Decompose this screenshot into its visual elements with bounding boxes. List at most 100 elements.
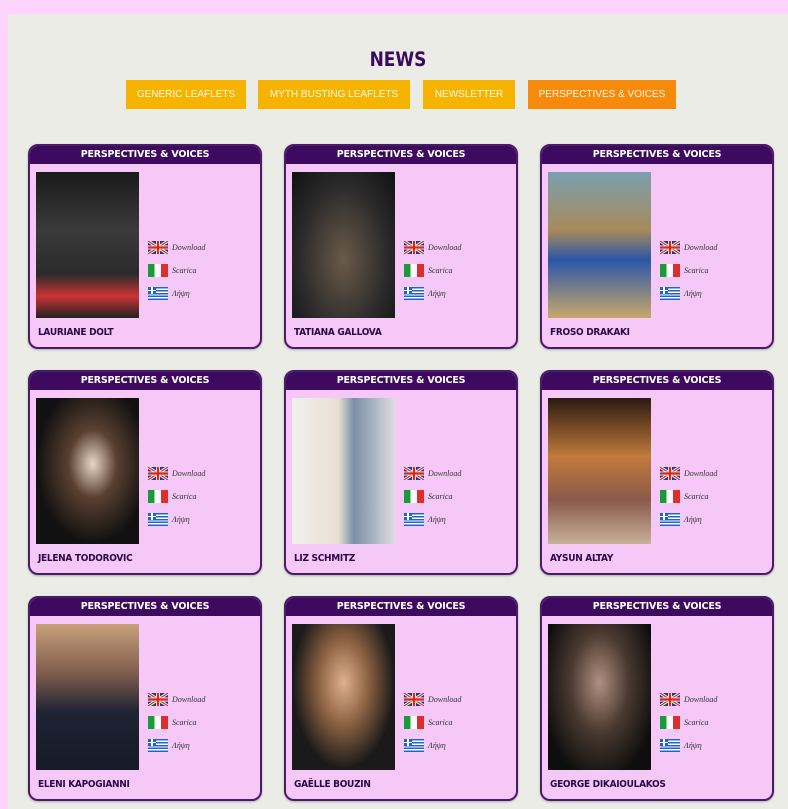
download-links: Download Scarica Λήψη	[148, 688, 258, 757]
person-name: FROSO DRAKAKI	[550, 327, 630, 339]
person-name: GAËLLE BOUZIN	[294, 779, 371, 791]
download-links: Download Scarica Λήψη	[660, 462, 770, 531]
download-english-link[interactable]: Download	[660, 236, 770, 259]
profile-photo	[548, 398, 651, 544]
profile-card: PERSPECTIVES & VOICES Download Scarica Λήψη…	[540, 370, 774, 575]
greece-flag-icon	[660, 739, 680, 752]
uk-flag-icon	[404, 241, 424, 254]
download-italian-link[interactable]: Scarica	[148, 259, 258, 282]
profile-card: PERSPECTIVES & VOICES Download Scarica Λήψη…	[284, 370, 518, 575]
download-greek-link[interactable]: Λήψη	[660, 282, 770, 305]
download-greek-link[interactable]: Λήψη	[404, 734, 514, 757]
person-name: ELENI KAPOGIANNI	[38, 779, 130, 791]
download-links: Download Scarica Λήψη	[404, 462, 514, 531]
italy-flag-icon	[660, 490, 680, 503]
card-header: PERSPECTIVES & VOICES	[30, 146, 260, 164]
link-label: Download	[428, 243, 462, 252]
download-italian-link[interactable]: Scarica	[660, 259, 770, 282]
greece-flag-icon	[148, 739, 168, 752]
greece-flag-icon	[404, 513, 424, 526]
download-greek-link[interactable]: Λήψη	[404, 282, 514, 305]
greece-flag-icon	[404, 739, 424, 752]
download-italian-link[interactable]: Scarica	[148, 485, 258, 508]
link-label: Download	[428, 695, 462, 704]
italy-flag-icon	[660, 716, 680, 729]
uk-flag-icon	[148, 693, 168, 706]
download-links: Download Scarica Λήψη	[148, 236, 258, 305]
tab-newsletter[interactable]: NEWSLETTER	[423, 80, 515, 109]
download-italian-link[interactable]: Scarica	[660, 485, 770, 508]
download-italian-link[interactable]: Scarica	[404, 711, 514, 734]
link-label: Λήψη	[172, 741, 190, 750]
italy-flag-icon	[404, 490, 424, 503]
top-strip	[0, 0, 788, 14]
profile-card: PERSPECTIVES & VOICES Download Scarica Λήψη…	[28, 596, 262, 801]
download-italian-link[interactable]: Scarica	[404, 485, 514, 508]
card-header: PERSPECTIVES & VOICES	[30, 372, 260, 390]
italy-flag-icon	[148, 716, 168, 729]
download-english-link[interactable]: Download	[148, 236, 258, 259]
download-links: Download Scarica Λήψη	[660, 688, 770, 757]
download-english-link[interactable]: Download	[148, 462, 258, 485]
link-label: Scarica	[684, 718, 709, 727]
download-links: Download Scarica Λήψη	[148, 462, 258, 531]
person-name: AYSUN ALTAY	[550, 553, 614, 565]
download-italian-link[interactable]: Scarica	[660, 711, 770, 734]
uk-flag-icon	[660, 467, 680, 480]
link-label: Λήψη	[684, 289, 702, 298]
card-header: PERSPECTIVES & VOICES	[286, 598, 516, 616]
link-label: Λήψη	[172, 515, 190, 524]
profile-photo	[548, 624, 651, 770]
page-title: NEWS	[369, 48, 427, 72]
card-header: PERSPECTIVES & VOICES	[542, 598, 772, 616]
download-greek-link[interactable]: Λήψη	[148, 282, 258, 305]
link-label: Scarica	[428, 718, 453, 727]
profile-card: PERSPECTIVES & VOICES Download Scarica Λήψη…	[28, 144, 262, 349]
uk-flag-icon	[148, 241, 168, 254]
link-label: Download	[684, 695, 718, 704]
profile-card: PERSPECTIVES & VOICES Download Scarica Λήψη…	[540, 144, 774, 349]
italy-flag-icon	[404, 716, 424, 729]
person-name: JELENA TODOROVIC	[38, 553, 133, 565]
link-label: Download	[172, 469, 206, 478]
greece-flag-icon	[660, 287, 680, 300]
download-greek-link[interactable]: Λήψη	[404, 508, 514, 531]
download-greek-link[interactable]: Λήψη	[660, 734, 770, 757]
download-links: Download Scarica Λήψη	[404, 236, 514, 305]
profile-photo	[548, 172, 651, 318]
tab-generic-leaflets[interactable]: GENERIC LEAFLETS	[126, 80, 246, 109]
download-english-link[interactable]: Download	[404, 688, 514, 711]
card-header: PERSPECTIVES & VOICES	[286, 146, 516, 164]
download-italian-link[interactable]: Scarica	[404, 259, 514, 282]
link-label: Scarica	[172, 492, 197, 501]
profile-card: PERSPECTIVES & VOICES Download Scarica Λήψη…	[28, 370, 262, 575]
greece-flag-icon	[404, 287, 424, 300]
profile-card: PERSPECTIVES & VOICES Download Scarica Λήψη…	[540, 596, 774, 801]
tab-perspectives-voices[interactable]: PERSPECTIVES & VOICES	[528, 80, 676, 109]
profile-card: PERSPECTIVES & VOICES Download Scarica Λήψη…	[284, 596, 518, 801]
greece-flag-icon	[660, 513, 680, 526]
link-label: Download	[172, 243, 206, 252]
download-greek-link[interactable]: Λήψη	[660, 508, 770, 531]
person-name: GEORGE DIKAIOULAKOS	[550, 779, 666, 791]
person-name: LAURIANE DOLT	[38, 327, 114, 339]
link-label: Download	[684, 469, 718, 478]
profile-photo	[36, 172, 139, 318]
italy-flag-icon	[404, 264, 424, 277]
link-label: Scarica	[172, 266, 197, 275]
link-label: Λήψη	[428, 515, 446, 524]
download-italian-link[interactable]: Scarica	[148, 711, 258, 734]
download-greek-link[interactable]: Λήψη	[148, 734, 258, 757]
download-english-link[interactable]: Download	[148, 688, 258, 711]
download-links: Download Scarica Λήψη	[660, 236, 770, 305]
download-english-link[interactable]: Download	[404, 236, 514, 259]
profile-photo	[36, 398, 139, 544]
download-english-link[interactable]: Download	[660, 688, 770, 711]
link-label: Download	[684, 243, 718, 252]
download-greek-link[interactable]: Λήψη	[148, 508, 258, 531]
tab-myth-busting-leaflets[interactable]: MYTH BUSTING LEAFLETS	[258, 80, 410, 109]
download-english-link[interactable]: Download	[404, 462, 514, 485]
italy-flag-icon	[148, 490, 168, 503]
profile-photo	[36, 624, 139, 770]
download-english-link[interactable]: Download	[660, 462, 770, 485]
